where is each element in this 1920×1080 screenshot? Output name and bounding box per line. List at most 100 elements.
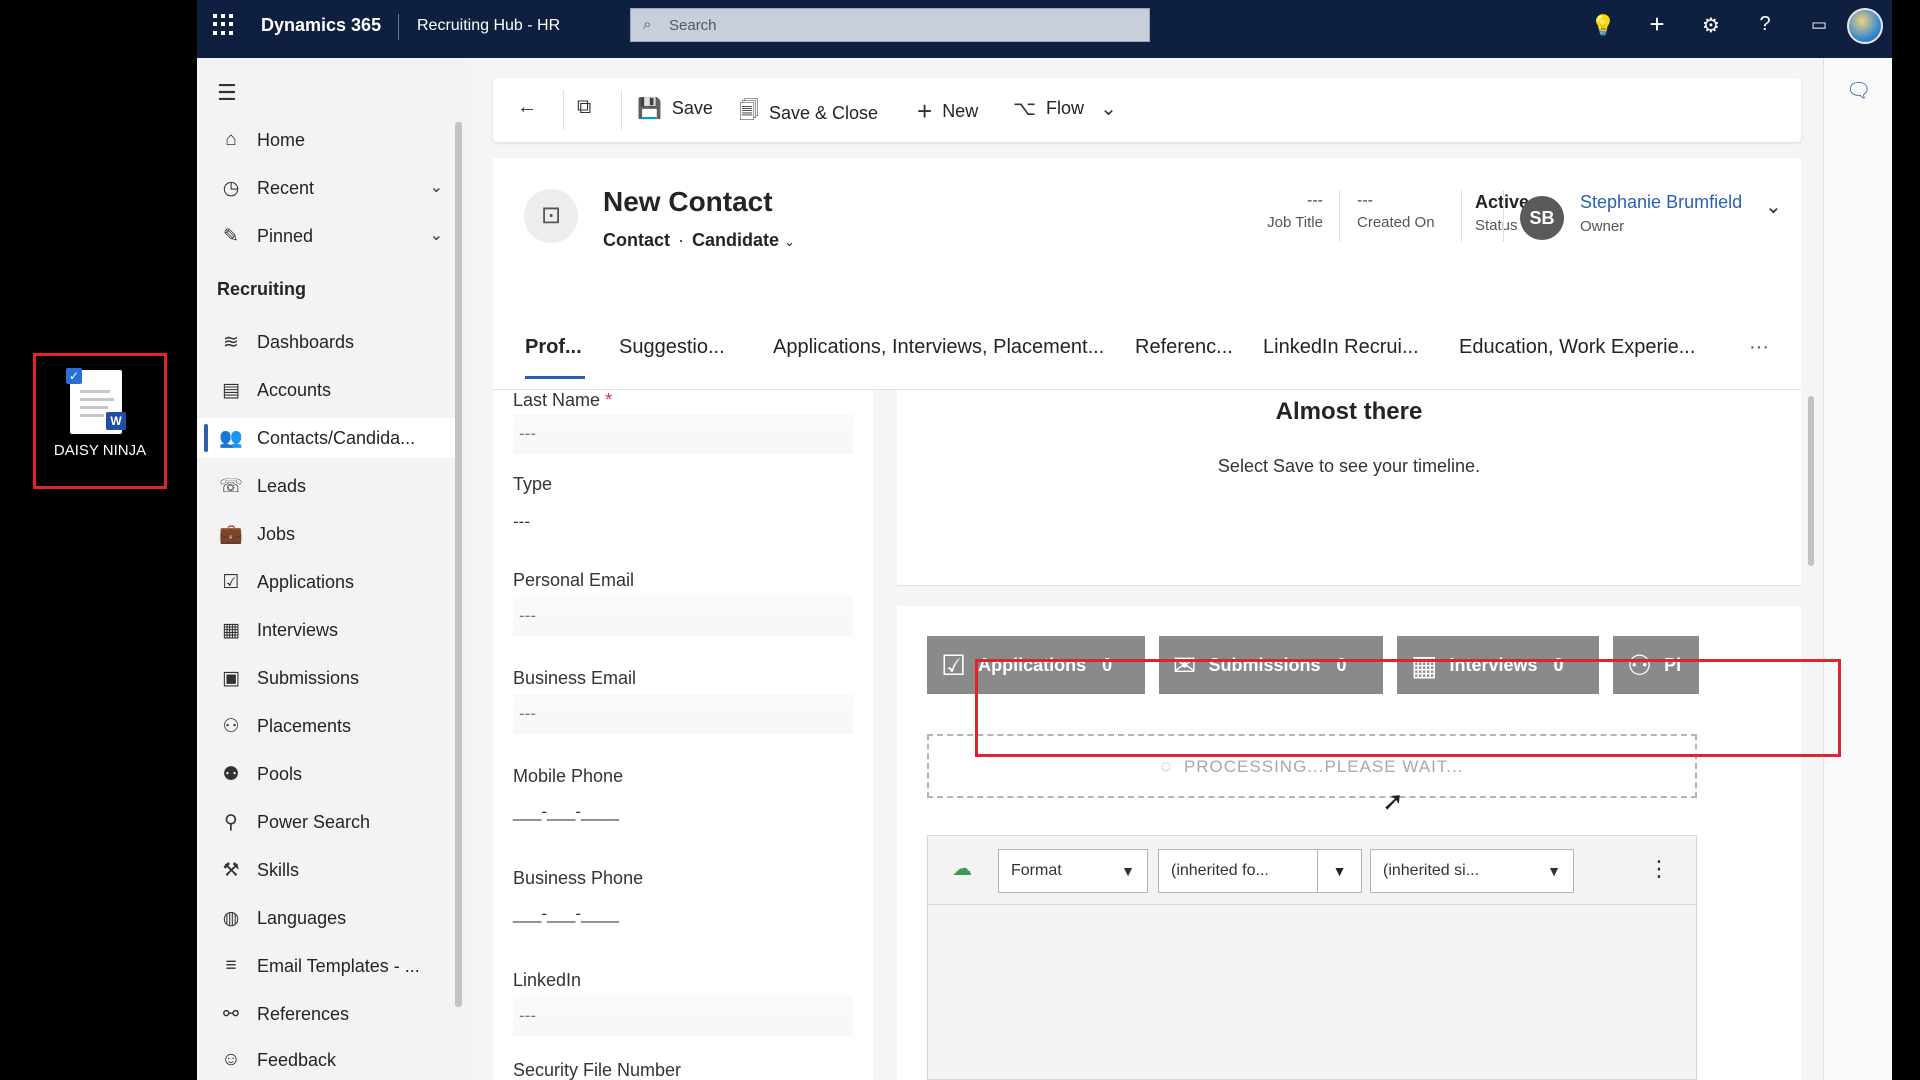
desktop-file-highlight[interactable]: ✓ W DAISY NINJA (33, 353, 167, 489)
linkedin-input[interactable]: --- (513, 996, 853, 1036)
sidebar-item-label: Jobs (257, 523, 296, 544)
divider (1461, 190, 1462, 242)
hamburger-menu-icon[interactable]: ☰ (217, 80, 237, 106)
clock-icon: ◷ (222, 177, 240, 199)
sidebar-item-label: Languages (257, 907, 347, 928)
user-avatar[interactable] (1847, 8, 1883, 44)
tab-more-icon[interactable]: ··· (1749, 336, 1769, 359)
processing-text: PROCESSING...PLEASE WAIT... (1183, 757, 1464, 776)
chevron-down-icon[interactable]: ⌄ (784, 234, 795, 249)
owner-link[interactable]: Stephanie Brumfield (1580, 192, 1742, 213)
font-size-select[interactable]: (inherited si... ▼ (1370, 849, 1574, 893)
mobile-phone-input[interactable]: ___-___-____ (513, 792, 853, 832)
word-document-icon[interactable]: ✓ W (66, 368, 126, 434)
gear-icon[interactable]: ⚙ (1698, 13, 1724, 38)
last-name-label-text: Last Name (513, 390, 601, 410)
brand-title[interactable]: Dynamics 365 (261, 15, 381, 36)
rich-text-editor[interactable] (927, 905, 1697, 1080)
sidebar-item-power-search[interactable]: ⚲ Power Search (197, 802, 459, 842)
open-new-window-button[interactable]: ⧉ (577, 96, 601, 119)
plus-icon[interactable]: + (1644, 9, 1670, 40)
global-search-input[interactable]: ⌕ Search (630, 8, 1150, 42)
help-icon[interactable]: ? (1752, 13, 1778, 36)
business-phone-input[interactable]: ___-___-____ (513, 894, 853, 934)
sidebar-item-label: Pinned (257, 225, 314, 246)
sidebar-item-label: Contacts/Candida... (257, 427, 416, 448)
feedback-icon[interactable]: ▭ (1806, 15, 1832, 35)
font-label: (inherited fo... (1171, 862, 1269, 879)
processing-highlight-box (975, 659, 1841, 757)
sidebar-item-label: Dashboards (257, 331, 355, 352)
sidebar-item-email-templates[interactable]: ≡ Email Templates - ... (197, 946, 459, 986)
sidebar-item-dashboards[interactable]: ≋ Dashboards (197, 322, 459, 362)
sidebar-item-label: Submissions (257, 667, 360, 688)
expand-header-chevron-icon[interactable]: ⌄ (1765, 194, 1782, 219)
sidebar-item-contacts[interactable]: 👥 Contacts/Candida... (197, 418, 459, 458)
chat-icon[interactable]: 🗨 (1846, 78, 1871, 103)
cloud-upload-icon[interactable]: ☁ (952, 856, 972, 881)
sidebar-item-accounts[interactable]: ▤ Accounts (197, 370, 459, 410)
sidebar-scrollbar[interactable] (455, 122, 462, 1007)
last-name-label: Last Name * (513, 390, 613, 410)
save-button[interactable]: 💾 Save (637, 96, 713, 121)
divider (398, 14, 399, 40)
form-selector[interactable]: Candidate (692, 230, 779, 250)
sidebar-item-applications[interactable]: ☑ Applications (197, 562, 459, 602)
sidebar-item-pinned[interactable]: ✎ Pinned ⌄ (197, 216, 459, 256)
flow-button[interactable]: ⌥ Flow ⌄ (1013, 96, 1117, 121)
sidebar-item-recent[interactable]: ◷ Recent ⌄ (197, 168, 459, 208)
main-content: ← ⧉ 💾 Save 🗐 Save & Close + New ⌥ Flow ⌄… (471, 58, 1823, 1080)
chevron-down-icon[interactable]: ⌄ (430, 225, 443, 245)
search-placeholder: Search (669, 17, 717, 34)
last-name-input[interactable]: --- (513, 414, 853, 454)
right-side-panel: 🗨 (1823, 58, 1892, 1080)
tab-linkedin[interactable]: LinkedIn Recrui... (1263, 336, 1419, 359)
header-field-job-title: --- Job Title (1233, 192, 1323, 231)
linkedin-label: LinkedIn (513, 970, 582, 990)
more-options-icon[interactable]: ⋮ (1648, 856, 1670, 882)
sidebar-item-placements[interactable]: ⚇ Placements (197, 706, 459, 746)
briefcase-icon: 💼 (219, 524, 243, 545)
sidebar-item-pools[interactable]: ⚉ Pools (197, 754, 459, 794)
owner-label: Owner (1580, 218, 1625, 235)
save-close-button[interactable]: 🗐 Save & Close (739, 96, 878, 130)
business-email-input[interactable]: --- (513, 694, 853, 734)
sidebar-item-home[interactable]: ⌂ Home (197, 120, 459, 160)
app-name[interactable]: Recruiting Hub - HR (417, 17, 560, 35)
sidebar-item-leads[interactable]: ☏ Leads (197, 466, 459, 506)
back-button[interactable]: ← (517, 96, 547, 119)
tab-profile[interactable]: Prof... (525, 336, 585, 379)
sidebar-item-languages[interactable]: ◍ Languages (197, 898, 459, 938)
tab-suggestions[interactable]: Suggestio... (619, 336, 725, 359)
tab-applications[interactable]: Applications, Interviews, Placement... (773, 336, 1104, 359)
sidebar-item-jobs[interactable]: 💼 Jobs (197, 514, 459, 554)
record-subtitle: Contact · Candidate ⌄ (603, 230, 795, 250)
lightbulb-icon[interactable]: 💡 (1590, 13, 1616, 38)
app-launcher-icon[interactable] (213, 14, 235, 36)
sidebar-item-interviews[interactable]: ▦ Interviews (197, 610, 459, 650)
type-select[interactable]: --- (513, 502, 853, 542)
font-family-select[interactable]: (inherited fo... (1158, 849, 1318, 893)
personal-email-input[interactable]: --- (513, 596, 853, 636)
sidebar-item-label: Power Search (257, 811, 371, 832)
checkbox-icon: ☑ (222, 571, 240, 593)
tab-education[interactable]: Education, Work Experie... (1459, 336, 1695, 359)
dashboard-icon: ≋ (223, 331, 239, 353)
sidebar-section-title: Recruiting (217, 279, 307, 299)
sidebar-item-references[interactable]: ⚯ References (197, 994, 459, 1034)
calendar-icon: ▦ (222, 619, 240, 641)
created-on-label: Created On (1357, 214, 1435, 231)
people-settings-icon: ⚇ (222, 715, 240, 737)
sidebar-item-submissions[interactable]: ▣ Submissions (197, 658, 459, 698)
content-scrollbar[interactable] (1808, 396, 1814, 566)
chevron-down-icon[interactable]: ⌄ (1100, 96, 1117, 121)
chevron-down-icon[interactable]: ⌄ (430, 177, 443, 197)
font-dropdown-arrow-icon[interactable]: ▼ (1318, 849, 1362, 893)
format-select[interactable]: Format ▼ (998, 849, 1148, 893)
sidebar-item-skills[interactable]: ⚒ Skills (197, 850, 459, 890)
tab-references[interactable]: Referenc... (1135, 336, 1233, 359)
editor-toolbar: ☁ Format ▼ (inherited fo... ▼ (inherited… (927, 835, 1697, 905)
sidebar-item-feedback[interactable]: ☺ Feedback (197, 1040, 459, 1080)
job-title-value: --- (1307, 192, 1323, 209)
new-button[interactable]: + New (917, 96, 978, 127)
